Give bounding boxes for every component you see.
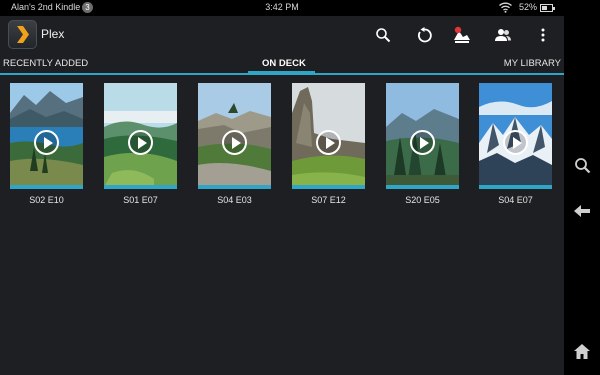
overflow-menu-icon[interactable] — [531, 23, 555, 47]
app-title: Plex — [41, 27, 65, 41]
episode-label: S04 E07 — [498, 195, 533, 205]
search-icon[interactable] — [371, 23, 395, 47]
episode-tile[interactable] — [10, 83, 83, 189]
app-screen: Alan's 2nd Kindle 3 3:42 PM 52% Plex REC… — [0, 0, 564, 375]
watch-progress — [479, 185, 552, 189]
status-bar: Alan's 2nd Kindle 3 3:42 PM 52% — [0, 0, 564, 16]
section-tabs: RECENTLY ADDED ON DECK MY LIBRARY — [0, 54, 564, 75]
battery-percentage: 52% — [519, 2, 538, 12]
play-icon[interactable] — [128, 130, 153, 155]
active-tab-indicator — [248, 71, 315, 74]
battery-icon — [540, 4, 555, 12]
system-nav-bar — [564, 0, 600, 375]
episode-label: S01 E07 — [123, 195, 158, 205]
play-icon[interactable] — [222, 130, 247, 155]
back-icon[interactable] — [570, 199, 594, 223]
watch-progress — [198, 185, 271, 189]
watch-progress — [104, 185, 177, 189]
episode-label: S20 E05 — [405, 195, 440, 205]
play-icon[interactable] — [503, 130, 528, 155]
action-bar: Plex — [0, 16, 564, 54]
cast-icon[interactable] — [450, 23, 474, 47]
refresh-icon[interactable] — [412, 23, 436, 47]
play-icon[interactable] — [316, 130, 341, 155]
play-icon[interactable] — [410, 130, 435, 155]
watch-progress — [386, 185, 459, 189]
tab-recently-added[interactable]: RECENTLY ADDED — [3, 58, 88, 69]
home-icon[interactable] — [570, 339, 594, 363]
clock: 3:42 PM — [265, 2, 299, 12]
episode-label: S04 E03 — [217, 195, 252, 205]
episode-tile[interactable] — [292, 83, 365, 189]
watch-progress — [10, 185, 83, 189]
wifi-icon — [499, 2, 512, 13]
search-icon[interactable] — [570, 153, 594, 177]
episode-label: S02 E10 — [29, 195, 64, 205]
episode-tile[interactable] — [104, 83, 177, 189]
tab-my-library[interactable]: MY LIBRARY — [504, 58, 561, 69]
users-icon[interactable] — [491, 23, 515, 47]
play-icon[interactable] — [34, 130, 59, 155]
plex-logo[interactable] — [8, 20, 37, 49]
episode-tile[interactable] — [198, 83, 271, 189]
watch-progress — [292, 185, 365, 189]
episode-label: S07 E12 — [311, 195, 346, 205]
tab-on-deck[interactable]: ON DECK — [262, 58, 306, 69]
episode-tile[interactable] — [479, 83, 552, 189]
episode-tile[interactable] — [386, 83, 459, 189]
